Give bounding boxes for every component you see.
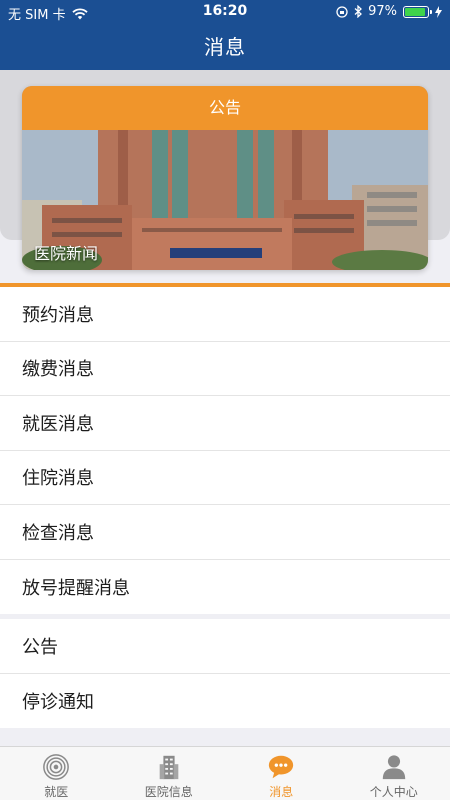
list-item-visit[interactable]: 就医消息 <box>0 396 450 451</box>
list-item-inpatient[interactable]: 住院消息 <box>0 451 450 505</box>
person-icon <box>382 755 405 780</box>
bluetooth-icon <box>354 5 363 18</box>
list-item-label: 预约消息 <box>22 304 94 326</box>
tab-messages[interactable]: 消息 <box>225 747 338 800</box>
list-item-suspension-notice[interactable]: 停诊通知 <box>0 674 450 729</box>
list-item-label: 放号提醒消息 <box>22 577 130 599</box>
list-item-label: 缴费消息 <box>22 359 94 381</box>
top-bar: 无 SIM 卡 16:20 97% 消息 <box>0 0 450 70</box>
notice-list: 公告 停诊通知 <box>0 619 450 728</box>
list-item-announcement[interactable]: 公告 <box>0 619 450 674</box>
list-item-label: 检查消息 <box>22 522 94 544</box>
battery-icon <box>403 5 432 18</box>
target-icon <box>43 754 70 780</box>
chat-bubble-icon <box>269 755 294 779</box>
list-item-label: 公告 <box>22 636 58 658</box>
rotation-lock-icon <box>336 5 348 18</box>
tab-label: 个人中心 <box>369 785 418 799</box>
tab-bar: 就医 医院信息 消息 个人中心 <box>0 746 450 800</box>
hospital-photo: 医院新闻 <box>22 130 428 270</box>
banner-area: 公告 医院新闻 <box>0 70 450 283</box>
list-item-slot-reminder[interactable]: 放号提醒消息 <box>0 560 450 615</box>
tab-label: 消息 <box>269 785 294 799</box>
news-card[interactable]: 公告 医院新闻 <box>22 86 428 270</box>
charging-icon <box>435 5 442 18</box>
tab-hospital-info[interactable]: 医院信息 <box>113 747 226 800</box>
list-item-label: 住院消息 <box>22 468 94 490</box>
tab-profile[interactable]: 个人中心 <box>338 747 450 800</box>
list-item-label: 停诊通知 <box>22 691 94 713</box>
message-list: 预约消息 缴费消息 就医消息 住院消息 检查消息 放号提醒消息 <box>0 287 450 614</box>
status-bar: 无 SIM 卡 16:20 97% <box>0 0 450 24</box>
news-caption[interactable]: 医院新闻 <box>34 240 98 264</box>
announcement-header[interactable]: 公告 <box>22 86 428 130</box>
list-item-appointment[interactable]: 预约消息 <box>0 287 450 342</box>
tab-medical[interactable]: 就医 <box>0 747 113 800</box>
list-item-label: 就医消息 <box>22 413 94 435</box>
list-item-exam[interactable]: 检查消息 <box>0 505 450 560</box>
tab-label: 医院信息 <box>144 785 193 799</box>
building-icon <box>159 755 179 780</box>
battery-percent: 97% <box>368 4 397 19</box>
tab-label: 就医 <box>44 785 69 799</box>
list-item-payment[interactable]: 缴费消息 <box>0 342 450 396</box>
page-title: 消息 <box>204 35 246 59</box>
